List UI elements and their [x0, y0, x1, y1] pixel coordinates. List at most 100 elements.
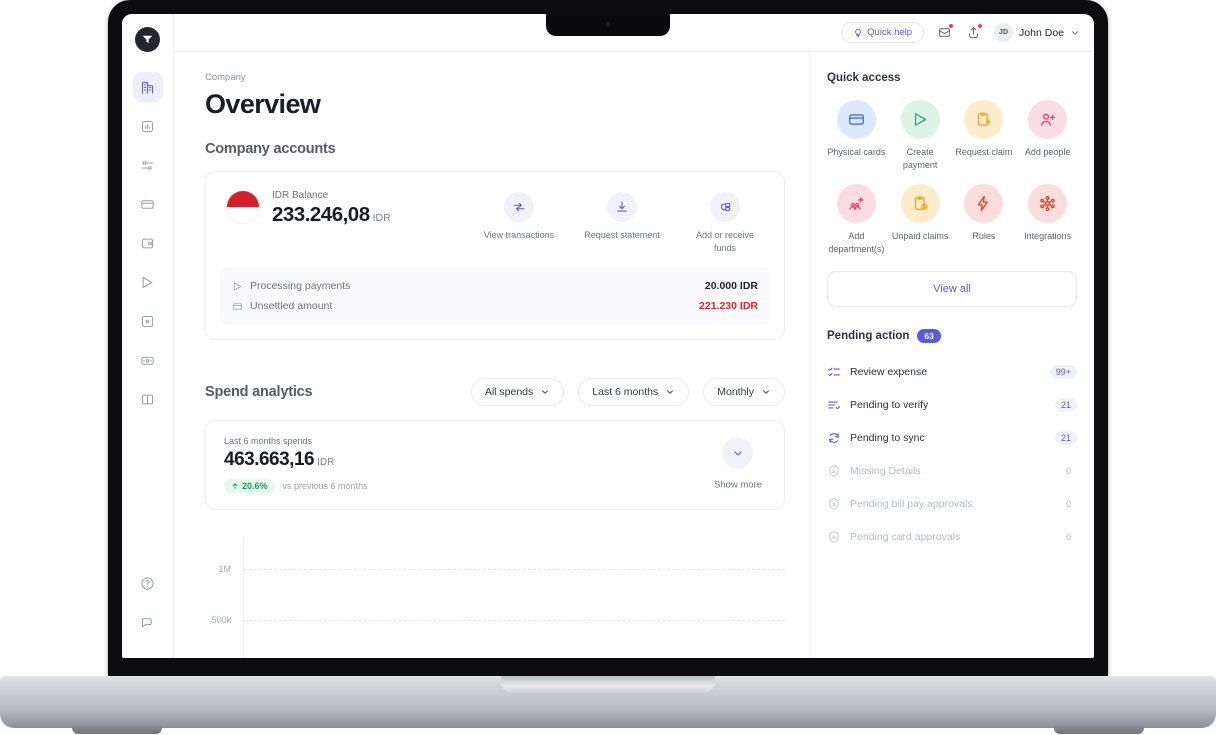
left-pane: Company Overview Company accounts IDR Ba… [174, 52, 809, 658]
sidebar-item-4[interactable] [133, 228, 163, 258]
show-more-label: Show more [713, 479, 762, 491]
balance-sub-row-0: Processing payments 20.000 IDR [232, 276, 758, 296]
shield-icon [829, 530, 839, 543]
quick-access-label: Rules [972, 231, 996, 241]
company-accounts-title: Company accounts [205, 141, 336, 157]
chart-y-axis: 1M 500k [205, 538, 237, 658]
book-icon [141, 394, 154, 404]
notification-dot [977, 23, 984, 29]
org-add-icon [849, 197, 864, 210]
sidebar-item-8[interactable] [133, 384, 163, 414]
sidebar-item-7[interactable] [133, 345, 163, 375]
chevron-down-circle [722, 437, 754, 469]
pending-action-title: Pending action [827, 330, 910, 342]
content-area: Company Overview Company accounts IDR Ba… [174, 52, 1094, 658]
laptop-base [0, 676, 1216, 734]
sidebar-item-6[interactable] [133, 306, 163, 336]
clipboard-clock-icon [914, 196, 928, 210]
sidebar-item-5[interactable] [133, 267, 163, 297]
balance-card: IDR Balance 233.246,08 IDR View transacti… [205, 171, 785, 340]
pending-row-1[interactable]: Pending to verify 21 [827, 388, 1077, 421]
shield-icon [829, 497, 839, 510]
pending-row-count: 21 [1054, 397, 1077, 412]
app-screen: Quick help JD John Doe Company Overview … [122, 14, 1094, 658]
pending-row-3[interactable]: Missing Details 0 [827, 454, 1077, 487]
chart-square-icon [141, 120, 154, 132]
sidebar-item-1[interactable] [133, 111, 163, 141]
pending-action-header: Pending action 63 [827, 329, 1077, 343]
balance-action-1[interactable]: Request statement [583, 192, 661, 255]
notification-dot [948, 23, 955, 29]
chart-plot-area [243, 538, 785, 658]
laptop-frame: Quick help JD John Doe Company Overview … [108, 0, 1108, 680]
balance-amount: 233.246,08 IDR [272, 203, 391, 227]
spend-delta-value: 20.6% [242, 481, 268, 491]
bill-icon [141, 315, 154, 327]
quick-access-item-6[interactable]: Rules [955, 184, 1014, 255]
share-button[interactable] [965, 23, 984, 41]
spend-filter-0[interactable]: All spends [470, 378, 565, 406]
spend-filter-label: Last 6 months [592, 386, 659, 398]
spend-amount: 463.663,16 IDR [224, 449, 766, 471]
view-all-button[interactable]: View all [827, 271, 1077, 307]
chevron-down-icon [734, 450, 742, 456]
quick-access-item-0[interactable]: Physical cards [827, 100, 886, 171]
quick-access-item-7[interactable]: Integrations [1018, 184, 1077, 255]
sub-row-value: 221.230 IDR [699, 300, 758, 312]
app-logo[interactable] [135, 27, 160, 52]
quick-access-item-1[interactable]: Create payment [891, 100, 950, 171]
sidebar-item-2[interactable] [133, 150, 163, 180]
sync-icon [829, 432, 839, 443]
laptop-foot-right [1054, 725, 1144, 734]
pending-row-4[interactable]: Pending bill pay approvals 0 [827, 487, 1077, 520]
spend-filter-label: Monthly [717, 386, 754, 398]
money-card-icon [141, 356, 154, 365]
chart-ytick-0: 1M [218, 564, 231, 574]
checklist-icon [828, 367, 840, 376]
pending-row-2[interactable]: Pending to sync 21 [827, 421, 1077, 454]
lightbulb-icon [855, 28, 861, 37]
quick-access-label: Physical cards [827, 147, 886, 157]
sidebar-bottom-item-1[interactable] [133, 607, 163, 637]
sidebar-bottom-item-0[interactable] [133, 568, 163, 598]
pending-row-label: Missing Details [850, 464, 921, 477]
spend-filter-label: All spends [484, 386, 534, 398]
quick-access-label: Add people [1024, 147, 1071, 157]
quick-access-label: Integrations [1024, 231, 1072, 241]
spend-filter-1[interactable]: Last 6 months [578, 378, 690, 406]
lightning-icon [978, 195, 989, 212]
laptop-foot-left [72, 725, 162, 734]
sidebar-item-3[interactable] [133, 189, 163, 219]
balance-action-0[interactable]: View transactions [480, 192, 558, 255]
pending-row-0[interactable]: Review expense 99+ [827, 355, 1077, 388]
balance-top: IDR Balance 233.246,08 IDR View transacti… [206, 172, 784, 267]
webcam-notch [546, 14, 670, 36]
balance-amount-value: 233.246,08 [272, 203, 370, 226]
download-icon [617, 201, 627, 212]
user-menu[interactable]: JD John Doe [994, 23, 1080, 42]
spend-filters: All spends Last 6 months Monthly [470, 378, 785, 406]
inbox-button[interactable] [936, 23, 955, 41]
quick-help-button[interactable]: Quick help [841, 22, 925, 43]
pending-row-count: 0 [1065, 531, 1071, 542]
user-plus-icon [1041, 113, 1056, 126]
balance-action-2[interactable]: Add or receive funds [686, 192, 764, 255]
shield-icon [829, 464, 839, 477]
transfer-arrows-icon [513, 202, 525, 212]
pending-row-5[interactable]: Pending card approvals 0 [827, 520, 1077, 553]
quick-access-title: Quick access [827, 72, 901, 84]
show-more-button[interactable]: Show more [713, 437, 762, 493]
send-plane-icon [914, 113, 926, 126]
chevron-down-icon [763, 390, 769, 394]
spend-filter-2[interactable]: Monthly [703, 378, 785, 406]
quick-access-item-2[interactable]: Request claim [955, 100, 1014, 171]
sidebar-item-0[interactable] [132, 72, 163, 102]
quick-access-item-3[interactable]: Add people [1018, 100, 1077, 171]
quick-access-item-5[interactable]: Unpaid claims [891, 184, 950, 255]
chat-icon [141, 617, 152, 627]
pending-row-label: Pending to verify [850, 398, 929, 411]
spend-delta-note: vs previous 6 months [282, 481, 368, 491]
quick-access-item-4[interactable]: Add department(s) [827, 184, 886, 255]
balance-currency: IDR [372, 212, 391, 224]
balance-actions: View transactions Request statement Add or… [480, 190, 764, 255]
